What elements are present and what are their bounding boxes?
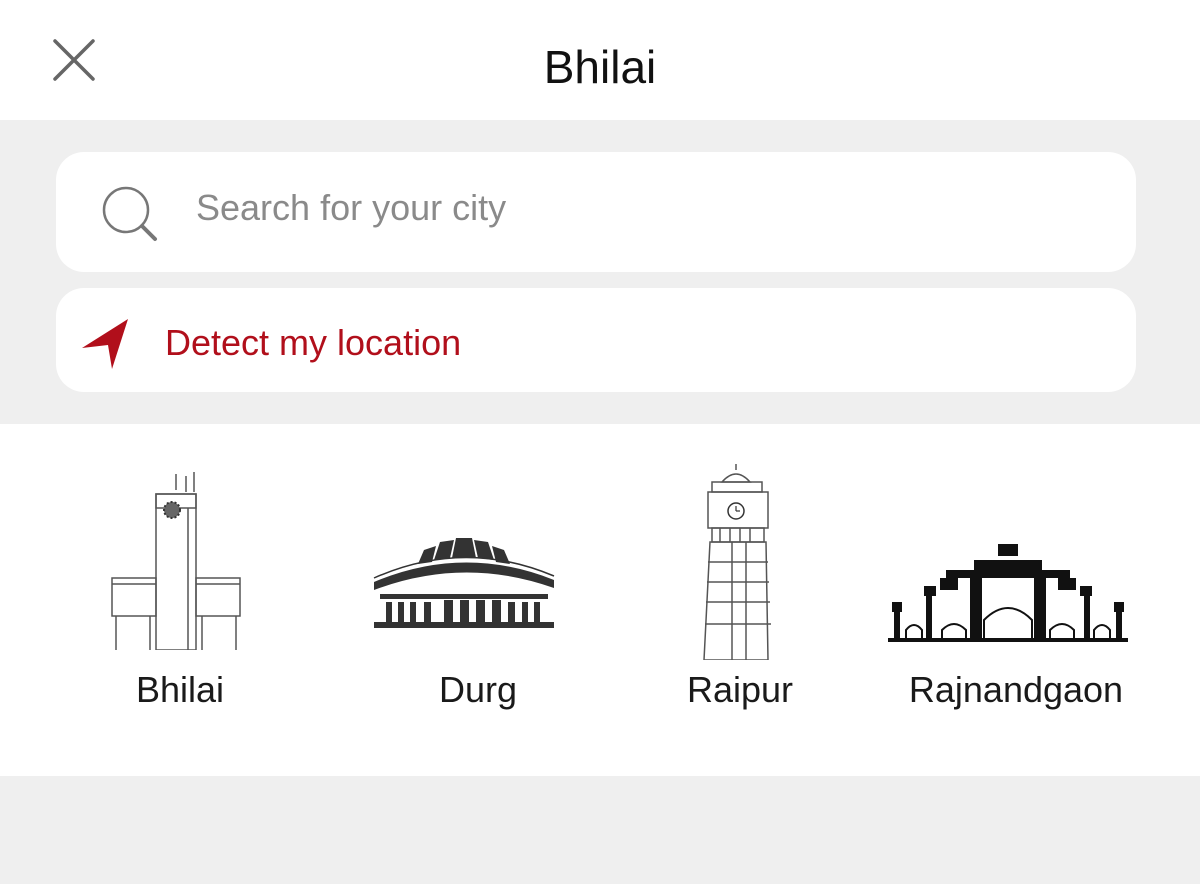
city-label: Raipur: [686, 669, 794, 710]
city-item-raipur[interactable]: Raipur: [640, 424, 840, 724]
search-icon: [102, 186, 157, 241]
city-item-rajnandgaon[interactable]: Rajnandgaon: [888, 424, 1136, 724]
navigation-arrow-icon: [82, 319, 128, 369]
city-label: Bhilai: [135, 669, 225, 710]
close-button[interactable]: [50, 36, 98, 84]
bhilai-landmark-icon: [111, 472, 241, 650]
city-label: Durg: [438, 669, 518, 710]
search-input[interactable]: [196, 182, 1096, 234]
city-item-bhilai[interactable]: Bhilai: [80, 424, 280, 724]
detect-location-label: Detect my location: [165, 322, 462, 363]
durg-landmark-icon: [373, 538, 555, 628]
city-label: Rajnandgaon: [908, 669, 1124, 710]
city-item-durg[interactable]: Durg: [363, 424, 593, 724]
close-icon[interactable]: [50, 36, 98, 84]
rajnandgaon-palace-icon: [888, 544, 1128, 642]
header-bar: [0, 0, 1200, 120]
raipur-clock-tower-icon: [703, 464, 771, 660]
